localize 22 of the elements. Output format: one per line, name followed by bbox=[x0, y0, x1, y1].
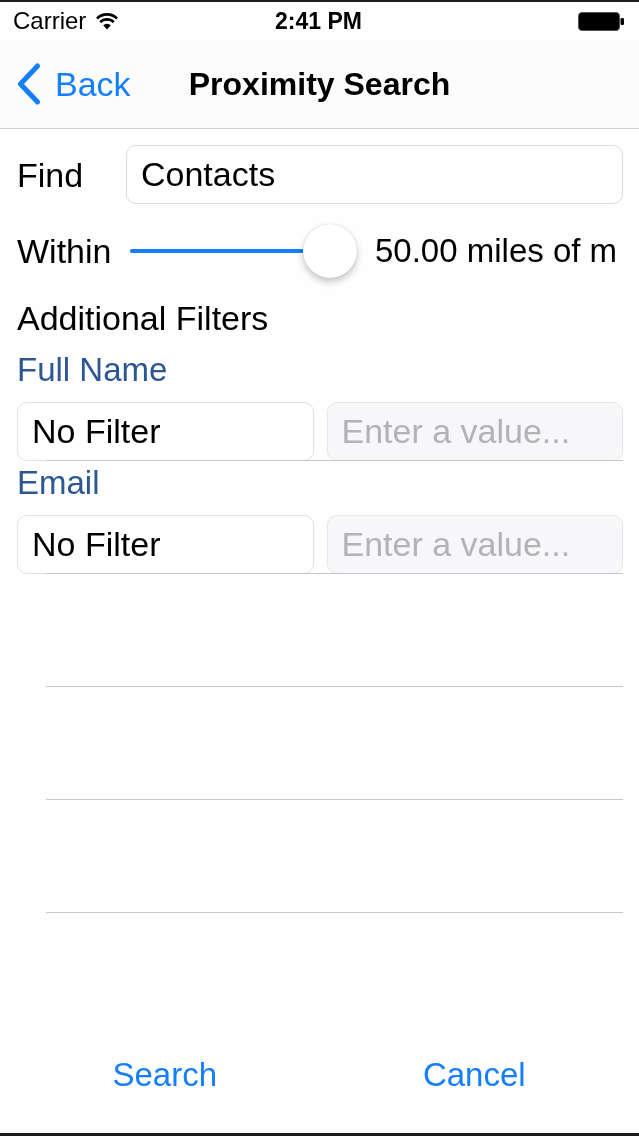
carrier-name: Carrier bbox=[13, 7, 87, 35]
filter-field-label: Full Name bbox=[17, 350, 168, 390]
filter-value-field[interactable]: Enter a value... bbox=[326, 515, 623, 574]
find-field[interactable]: Contacts bbox=[126, 145, 623, 204]
filter-field-label: Email bbox=[17, 463, 100, 503]
filter-operator-select[interactable]: No Filter bbox=[17, 402, 314, 461]
filter-value-field[interactable]: Enter a value... bbox=[326, 402, 623, 461]
back-button[interactable]: Back bbox=[14, 59, 134, 109]
nav-title: Proximity Search bbox=[188, 65, 451, 104]
cancel-button[interactable]: Cancel bbox=[406, 1045, 542, 1105]
filters-heading: Additional Filters bbox=[17, 298, 270, 338]
battery-icon bbox=[578, 11, 624, 31]
back-chevron-icon bbox=[17, 63, 41, 105]
filter-operator-select[interactable]: No Filter bbox=[17, 515, 314, 574]
distance-slider[interactable] bbox=[130, 224, 357, 278]
search-button[interactable]: Search bbox=[96, 1045, 234, 1105]
find-label: Find bbox=[17, 154, 85, 195]
within-label: Within bbox=[17, 231, 113, 271]
slider-thumb[interactable] bbox=[303, 224, 357, 278]
distance-reading: 50.00 miles of m bbox=[375, 231, 618, 271]
status-time: 2:41 PM bbox=[275, 7, 362, 35]
wifi-icon bbox=[96, 12, 119, 30]
